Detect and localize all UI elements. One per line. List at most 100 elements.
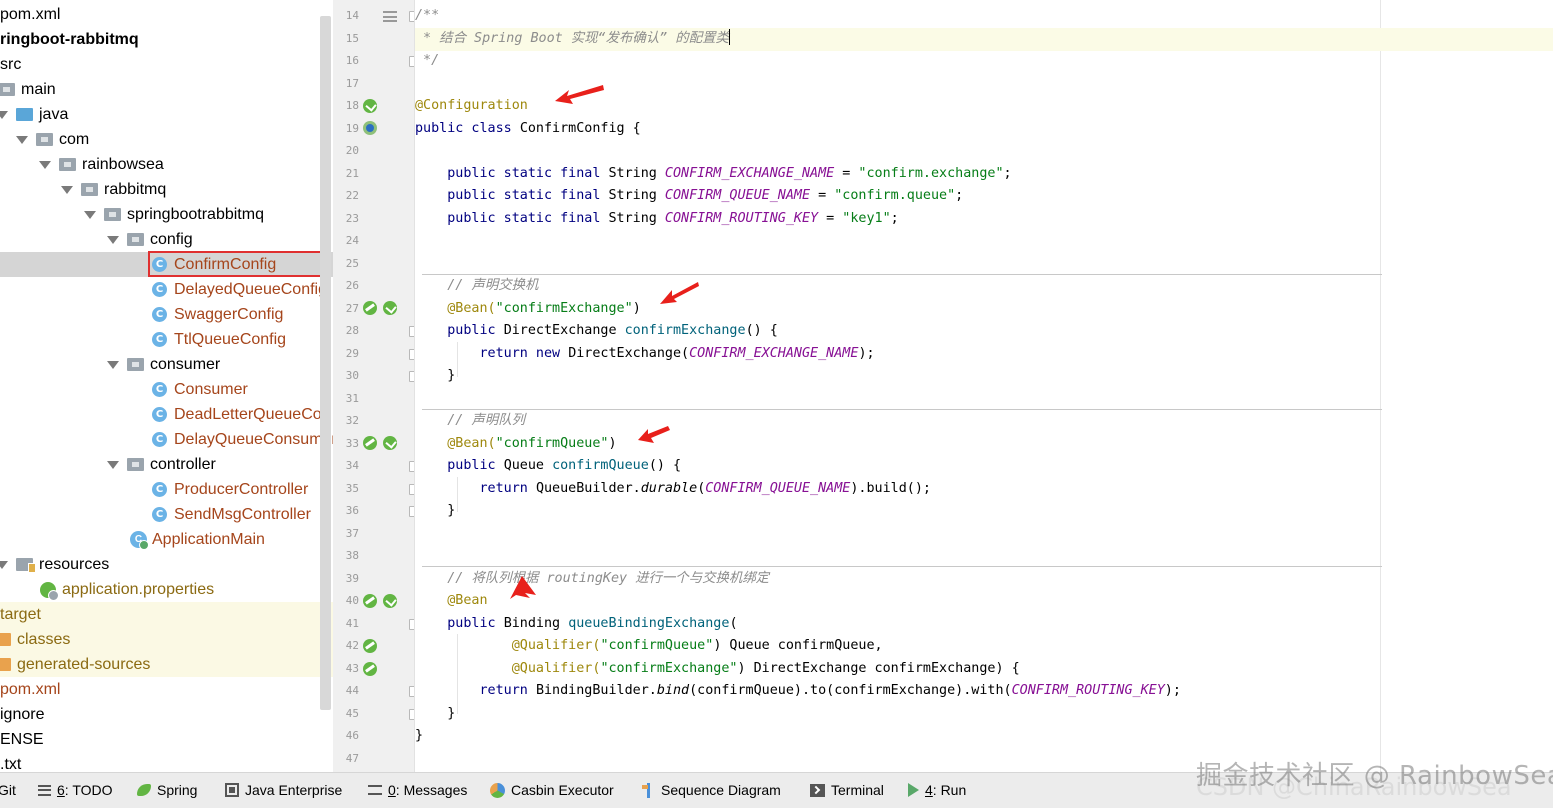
tree-item[interactable]: pom.xml xyxy=(0,2,333,27)
tree-scrollbar[interactable] xyxy=(320,16,331,710)
tree-item-label: main xyxy=(21,80,56,98)
tree-item[interactable]: src xyxy=(0,52,333,77)
tree-item[interactable]: C Consumer xyxy=(0,377,333,402)
annotation-arrow-icon xyxy=(510,576,536,599)
watermark-juejin: 掘金技术社区 @ RainbowSea xyxy=(1196,761,1553,791)
tree-item[interactable]: C DelayedQueueConfig xyxy=(0,277,333,302)
tree-item[interactable]: .txt xyxy=(0,752,333,773)
tree-item[interactable]: pom.xml xyxy=(0,677,333,702)
navigate-bean-icon[interactable] xyxy=(363,594,377,608)
tree-item[interactable]: C DeadLetterQueueCon xyxy=(0,402,333,427)
code-token: public static final xyxy=(415,188,609,203)
line-number: 23 xyxy=(345,212,359,225)
code-token: @Bean( xyxy=(415,436,496,451)
spring-bean-icon[interactable] xyxy=(363,99,377,113)
tree-item[interactable]: classes xyxy=(0,627,333,652)
code-token: ( xyxy=(729,616,738,631)
code-line: public static final String CONFIRM_QUEUE… xyxy=(415,185,1553,208)
spring-bean-icon[interactable] xyxy=(363,121,377,135)
java-enterprise-tool-button[interactable]: Java Enterprise xyxy=(225,779,342,801)
tree-item[interactable]: application.properties xyxy=(0,577,333,602)
line-number: 27 xyxy=(345,302,359,315)
code-line: */ xyxy=(415,53,440,68)
tree-item[interactable]: rainbowsea xyxy=(0,152,333,177)
tree-item-label: rainbowsea xyxy=(82,155,164,173)
navigate-bean-icon[interactable] xyxy=(363,301,377,315)
code-line: public static final String CONFIRM_ROUTI… xyxy=(415,208,1553,231)
spring-bean-icon[interactable] xyxy=(383,301,397,315)
tree-item[interactable]: C SendMsgController xyxy=(0,502,333,527)
tree-item[interactable]: generated-sources xyxy=(0,652,333,677)
navigate-bean-icon[interactable] xyxy=(363,639,377,653)
code-token: return xyxy=(415,683,536,698)
tree-item[interactable]: C DelayQueueConsumer xyxy=(0,427,333,452)
tree-item[interactable]: config xyxy=(0,227,333,252)
code-line: public Queue confirmQueue() { xyxy=(415,455,1553,478)
tree-item[interactable]: java xyxy=(0,102,333,127)
tree-item[interactable]: resources xyxy=(0,552,333,577)
navigate-bean-icon[interactable] xyxy=(363,436,377,450)
tree-item[interactable]: ENSE xyxy=(0,727,333,752)
line-number: 18 xyxy=(345,99,359,112)
expand-arrow-icon[interactable] xyxy=(84,210,96,219)
source-folder-icon xyxy=(16,108,33,121)
expand-arrow-icon[interactable] xyxy=(39,160,51,169)
code-token: ConfirmConfig { xyxy=(519,121,641,136)
class-icon: C xyxy=(152,482,167,497)
tree-item[interactable]: C TtlQueueConfig xyxy=(0,327,333,352)
terminal-tool-button[interactable]: Terminal xyxy=(810,779,884,801)
code-token: "confirm.exchange" xyxy=(858,166,1004,181)
code-token: "confirm.queue" xyxy=(834,188,956,203)
tree-item-label: com xyxy=(59,130,90,148)
navigate-bean-icon[interactable] xyxy=(363,662,377,676)
git-tool-button[interactable]: Git xyxy=(0,779,16,801)
package-icon xyxy=(36,133,53,146)
tree-item-label: generated-sources xyxy=(17,655,151,673)
expand-arrow-icon[interactable] xyxy=(0,560,8,569)
expand-arrow-icon[interactable] xyxy=(107,360,119,369)
code-editor[interactable]: /** * 结合 Spring Boot 实现“发布确认” 的配置类 */ @C… xyxy=(415,0,1553,772)
expand-arrow-icon[interactable] xyxy=(61,185,73,194)
spring-bean-icon[interactable] xyxy=(383,436,397,450)
line-number: 46 xyxy=(345,729,359,742)
structure-lines-icon[interactable] xyxy=(383,11,397,22)
sequence-diagram-tool-button[interactable]: Sequence Diagram xyxy=(642,779,781,801)
line-number: 41 xyxy=(345,617,359,630)
line-number: 20 xyxy=(345,144,359,157)
tree-item[interactable]: C SwaggerConfig xyxy=(0,302,333,327)
expand-arrow-icon[interactable] xyxy=(16,135,28,144)
expand-arrow-icon[interactable] xyxy=(107,460,119,469)
package-icon xyxy=(81,183,98,196)
tree-item[interactable]: C ApplicationMain xyxy=(0,527,333,552)
tree-item-label: config xyxy=(150,230,193,248)
tree-item[interactable]: ringboot-rabbitmq xyxy=(0,27,333,52)
annotation-arrow-icon xyxy=(660,282,699,304)
tree-item-label: SendMsgController xyxy=(174,505,311,523)
tree-item[interactable]: com xyxy=(0,127,333,152)
tree-item-label: .txt xyxy=(0,755,22,773)
tree-item[interactable]: rabbitmq xyxy=(0,177,333,202)
spring-tool-button[interactable]: Spring xyxy=(137,779,197,801)
tree-item[interactable]: main xyxy=(0,77,333,102)
expand-arrow-icon[interactable] xyxy=(0,110,8,119)
run-tool-button[interactable]: 4: Run xyxy=(908,779,966,801)
line-number: 19 xyxy=(345,122,359,135)
todo-tool-button[interactable]: 6: TODO xyxy=(38,779,113,801)
tree-item[interactable]: controller xyxy=(0,452,333,477)
tree-item[interactable]: C ProducerController xyxy=(0,477,333,502)
tree-item[interactable]: consumer xyxy=(0,352,333,377)
package-icon xyxy=(127,358,144,371)
code-token: CONFIRM_ROUTING_KEY xyxy=(664,211,819,226)
tree-item-label: classes xyxy=(17,630,71,648)
run-icon xyxy=(908,783,919,797)
code-token: = xyxy=(818,211,843,226)
code-token: QueueBuilder. xyxy=(535,481,641,496)
casbin-executor-tool-button[interactable]: Casbin Executor xyxy=(490,779,614,801)
folder-icon xyxy=(0,83,15,96)
tree-item[interactable]: springbootrabbitmq xyxy=(0,202,333,227)
messages-tool-button[interactable]: 0: Messages xyxy=(368,779,467,801)
tree-item[interactable]: target xyxy=(0,602,333,627)
spring-bean-icon[interactable] xyxy=(383,594,397,608)
tree-item[interactable]: ignore xyxy=(0,702,333,727)
expand-arrow-icon[interactable] xyxy=(107,235,119,244)
